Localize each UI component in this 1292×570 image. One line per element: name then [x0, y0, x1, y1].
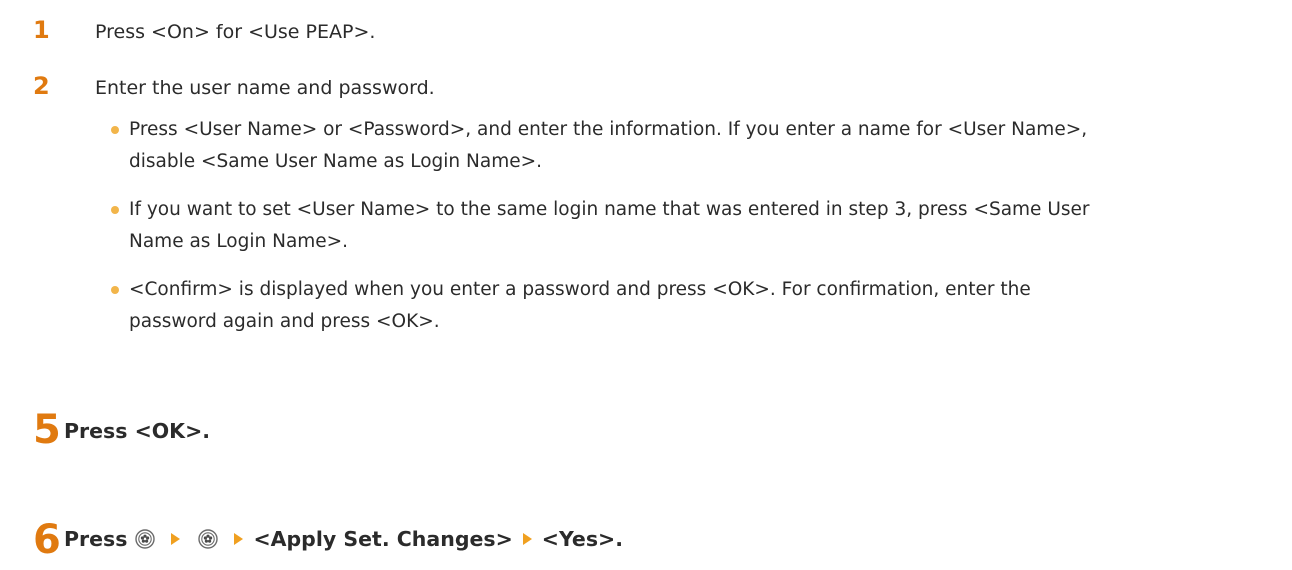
substep-number: 2: [33, 72, 50, 100]
arrow-right-icon: [522, 533, 532, 545]
substep-text: Press <On> for <Use PEAP>.: [95, 21, 376, 43]
press-label: Press: [64, 527, 128, 551]
bullet-line: Name as Login Name>.: [129, 231, 349, 252]
apply-changes-label: <Apply Set. Changes>: [253, 527, 513, 551]
step-number: 5: [33, 407, 61, 453]
bullet-line: If you want to set <User Name> to the sa…: [129, 199, 1090, 220]
yes-label: <Yes>.: [541, 527, 624, 551]
step-text: Press <OK>.: [64, 416, 210, 446]
bullet-dot-icon: [111, 206, 119, 214]
step-number: 6: [33, 517, 61, 563]
settings-key-icon: [135, 529, 156, 549]
manual-page: 1 Press <On> for <Use PEAP>. 2 Enter the…: [0, 0, 1292, 570]
substep-number: 1: [33, 16, 50, 44]
step-5-label: Press <OK>.: [64, 419, 211, 443]
bullet-item: Press <User Name> or <Password>, and ent…: [111, 114, 1286, 178]
bullet-line: password again and press <OK>.: [129, 311, 440, 332]
substep-text: Enter the user name and password.: [95, 77, 435, 99]
bullet-dot-icon: [111, 286, 119, 294]
bullet-item: If you want to set <User Name> to the sa…: [111, 194, 1286, 258]
bullet-line: disable <Same User Name as Login Name>.: [129, 151, 542, 172]
step-text: Press <Apply Set. Changes> <Yes>.: [64, 524, 623, 554]
arrow-right-icon: [234, 533, 244, 545]
bullet-item: <Confirm> is displayed when you enter a …: [111, 274, 1286, 338]
arrow-right-icon: [171, 533, 181, 545]
bullet-list: Press <User Name> or <Password>, and ent…: [111, 114, 1286, 338]
bullet-dot-icon: [111, 126, 119, 134]
settings-key-icon: [198, 529, 219, 549]
bullet-line: <Confirm> is displayed when you enter a …: [129, 279, 1031, 300]
bullet-line: Press <User Name> or <Password>, and ent…: [129, 119, 1088, 140]
